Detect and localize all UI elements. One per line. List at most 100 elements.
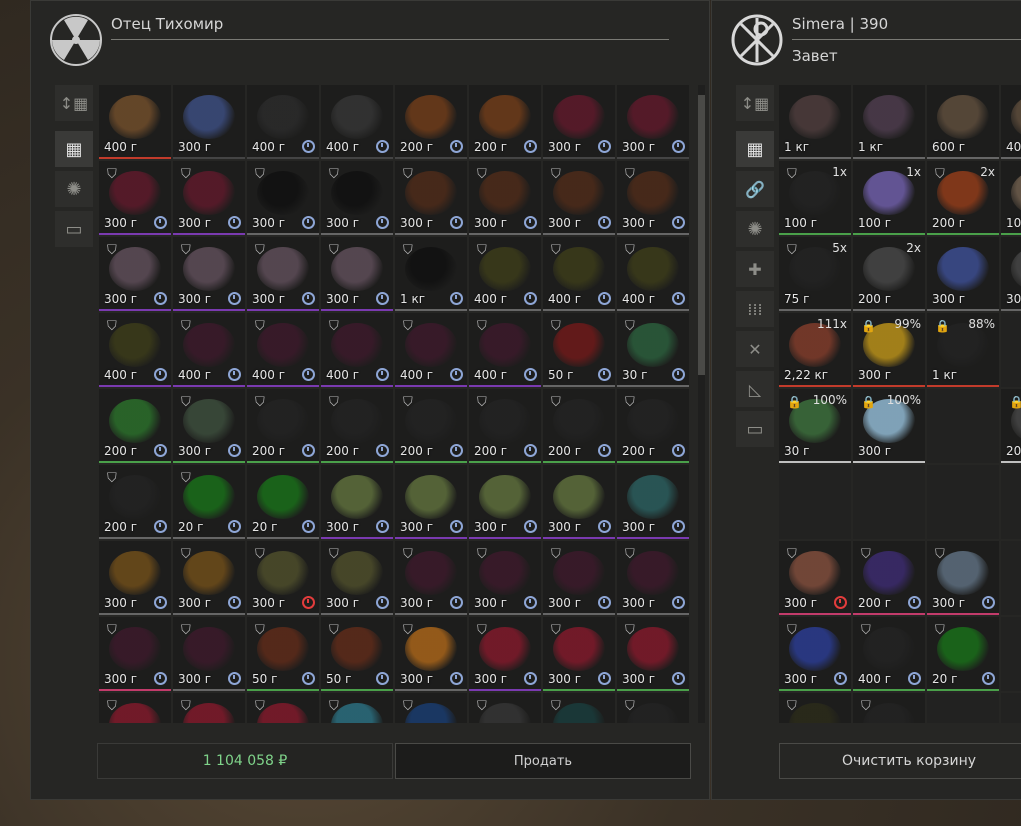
item-slot[interactable]: 🔒 88% 1 кг bbox=[927, 313, 999, 387]
item-slot[interactable]: ⛉300 г bbox=[617, 541, 689, 615]
item-slot[interactable]: ⛉ 50 г bbox=[321, 617, 393, 691]
item-slot[interactable]: 300 г bbox=[173, 85, 245, 159]
item-slot[interactable]: ⛉300 г bbox=[173, 161, 245, 235]
item-slot[interactable]: ⛉300 г bbox=[99, 617, 171, 691]
item-slot[interactable]: 300 г bbox=[395, 465, 467, 539]
item-slot[interactable]: ⛉300 г bbox=[617, 161, 689, 235]
item-slot[interactable]: ⛉300 г bbox=[173, 617, 245, 691]
tab-misc[interactable]: ▭ bbox=[55, 211, 93, 247]
item-slot[interactable]: ⛉ 200 г bbox=[395, 389, 467, 463]
item-slot[interactable]: ⛉300 г bbox=[321, 541, 393, 615]
item-slot[interactable]: ⛉300 г bbox=[469, 617, 541, 691]
tab-misc[interactable]: ▭ bbox=[736, 411, 774, 447]
item-slot[interactable]: ⛉300 г bbox=[247, 161, 319, 235]
item-slot[interactable]: ⛉100 г bbox=[395, 693, 467, 723]
item-slot[interactable]: 200 г bbox=[99, 389, 171, 463]
item-slot[interactable]: ⛉300 г bbox=[247, 237, 319, 311]
tab-grid[interactable]: ▦ bbox=[736, 131, 774, 167]
scroll-thumb[interactable] bbox=[698, 95, 705, 375]
scrollbar[interactable] bbox=[698, 85, 705, 723]
item-slot[interactable]: ⛉300 г bbox=[617, 693, 689, 723]
item-slot[interactable]: ⛉400 г bbox=[173, 313, 245, 387]
item-slot[interactable]: ⛉300 г bbox=[173, 541, 245, 615]
item-slot[interactable]: ⛉ 30 г bbox=[617, 313, 689, 387]
item-slot[interactable]: ⛉300 г bbox=[779, 541, 851, 615]
tab-attachments[interactable]: 🔗 bbox=[736, 171, 774, 207]
item-slot[interactable]: ⛉ 200 г bbox=[469, 389, 541, 463]
item-slot[interactable]: 300 г bbox=[321, 465, 393, 539]
item-slot[interactable]: ⛉400 г bbox=[853, 617, 925, 691]
item-slot[interactable]: 300 г bbox=[927, 237, 999, 311]
item-slot[interactable]: ⛉400 г bbox=[779, 693, 851, 723]
item-slot[interactable]: ⛉300 г bbox=[99, 237, 171, 311]
item-slot[interactable]: 🔒 100% 300 г bbox=[853, 389, 925, 463]
item-slot[interactable]: 1 кг bbox=[853, 85, 925, 159]
item-slot[interactable]: ⛉300 г bbox=[321, 161, 393, 235]
item-slot[interactable]: ⛉ 200 г bbox=[543, 389, 615, 463]
item-slot[interactable]: ⛉300 г bbox=[469, 693, 541, 723]
item-slot[interactable]: ⛉300 г bbox=[173, 389, 245, 463]
item-slot[interactable]: ⛉300 г bbox=[395, 161, 467, 235]
item-slot[interactable]: ⛉300 г bbox=[469, 541, 541, 615]
item-slot[interactable]: ⛉ 200 г bbox=[247, 389, 319, 463]
tab-grid[interactable]: ▦ bbox=[55, 131, 93, 167]
item-slot[interactable]: 200 г bbox=[395, 85, 467, 159]
item-slot[interactable]: 🔒 100% 30 г bbox=[779, 389, 851, 463]
item-slot[interactable]: 400 г bbox=[247, 85, 319, 159]
tab-measure[interactable]: ◺ bbox=[736, 371, 774, 407]
item-slot[interactable]: 🔒 99% 300 г bbox=[853, 313, 925, 387]
item-slot[interactable]: 1x 100 г bbox=[853, 161, 925, 235]
item-slot[interactable]: ⛉400 г bbox=[469, 313, 541, 387]
item-slot[interactable]: 600 г bbox=[927, 85, 999, 159]
item-slot[interactable]: ⛉300 г bbox=[395, 617, 467, 691]
item-slot[interactable]: ⛉400 г bbox=[617, 237, 689, 311]
item-slot[interactable]: 400 г bbox=[99, 85, 171, 159]
item-slot[interactable]: ⛉300 г bbox=[247, 693, 319, 723]
item-slot[interactable]: 20 г bbox=[247, 465, 319, 539]
item-slot[interactable]: ⛉ 200 г bbox=[99, 465, 171, 539]
item-slot[interactable]: ⛉ 2x 200 г bbox=[927, 161, 999, 235]
item-slot[interactable]: ⛉300 г bbox=[321, 237, 393, 311]
item-slot[interactable]: ⛉300 г bbox=[469, 161, 541, 235]
tab-medical[interactable]: ✚ bbox=[736, 251, 774, 287]
item-slot[interactable]: ⛉300 г bbox=[543, 161, 615, 235]
item-slot[interactable]: ⛉300 г bbox=[779, 617, 851, 691]
item-slot[interactable]: 10 bbox=[1001, 161, 1021, 235]
item-slot[interactable]: ⛉100 г bbox=[321, 693, 393, 723]
item-slot[interactable]: ⛉1 кг bbox=[853, 693, 925, 723]
item-slot[interactable]: ⛉400 г bbox=[99, 313, 171, 387]
item-slot[interactable]: ⛉300 г bbox=[173, 237, 245, 311]
item-slot[interactable]: ⛉ 200 г bbox=[321, 389, 393, 463]
item-slot[interactable]: ⛉ 200 г bbox=[617, 389, 689, 463]
item-slot[interactable]: 300 г bbox=[99, 541, 171, 615]
item-slot[interactable]: 300 г bbox=[469, 465, 541, 539]
item-slot[interactable]: ⛉300 г bbox=[543, 541, 615, 615]
sell-button[interactable]: Продать bbox=[395, 743, 691, 779]
item-slot[interactable]: 2x 200 г bbox=[853, 237, 925, 311]
item-slot[interactable]: 200 г bbox=[469, 85, 541, 159]
item-slot[interactable]: ⛉300 г bbox=[99, 693, 171, 723]
item-slot[interactable]: 40 bbox=[1001, 85, 1021, 159]
item-slot[interactable]: ⛉ 5x 75 г bbox=[779, 237, 851, 311]
item-slot[interactable]: ⛉400 г bbox=[247, 313, 319, 387]
item-slot[interactable]: ⛉400 г bbox=[321, 313, 393, 387]
item-slot[interactable]: ⛉ 20 г bbox=[173, 465, 245, 539]
item-slot[interactable]: 300 г bbox=[617, 85, 689, 159]
item-slot[interactable]: 111x 2,22 кг bbox=[779, 313, 851, 387]
tab-artifacts[interactable]: ✺ bbox=[55, 171, 93, 207]
item-slot[interactable]: ⛉ 20 г bbox=[927, 617, 999, 691]
item-slot[interactable]: ⛉ 1x 100 г bbox=[779, 161, 851, 235]
item-slot[interactable]: ⛉ 50 г bbox=[543, 313, 615, 387]
tab-tools[interactable]: ✕ bbox=[736, 331, 774, 367]
item-slot[interactable]: ⛉300 г bbox=[617, 617, 689, 691]
sort-button[interactable]: ↕▦ bbox=[736, 85, 774, 121]
item-slot[interactable]: 🔒 20 bbox=[1001, 389, 1021, 463]
item-slot[interactable]: 1 кг bbox=[779, 85, 851, 159]
item-slot[interactable]: 300 г bbox=[617, 465, 689, 539]
item-slot[interactable]: ⛉300 г bbox=[247, 541, 319, 615]
sort-button[interactable]: ↕▦ bbox=[55, 85, 93, 121]
item-slot[interactable]: ⛉300 г bbox=[173, 693, 245, 723]
item-slot[interactable]: ⛉400 г bbox=[469, 237, 541, 311]
item-slot[interactable]: ⛉300 г bbox=[395, 541, 467, 615]
item-slot[interactable]: 300 г bbox=[543, 465, 615, 539]
